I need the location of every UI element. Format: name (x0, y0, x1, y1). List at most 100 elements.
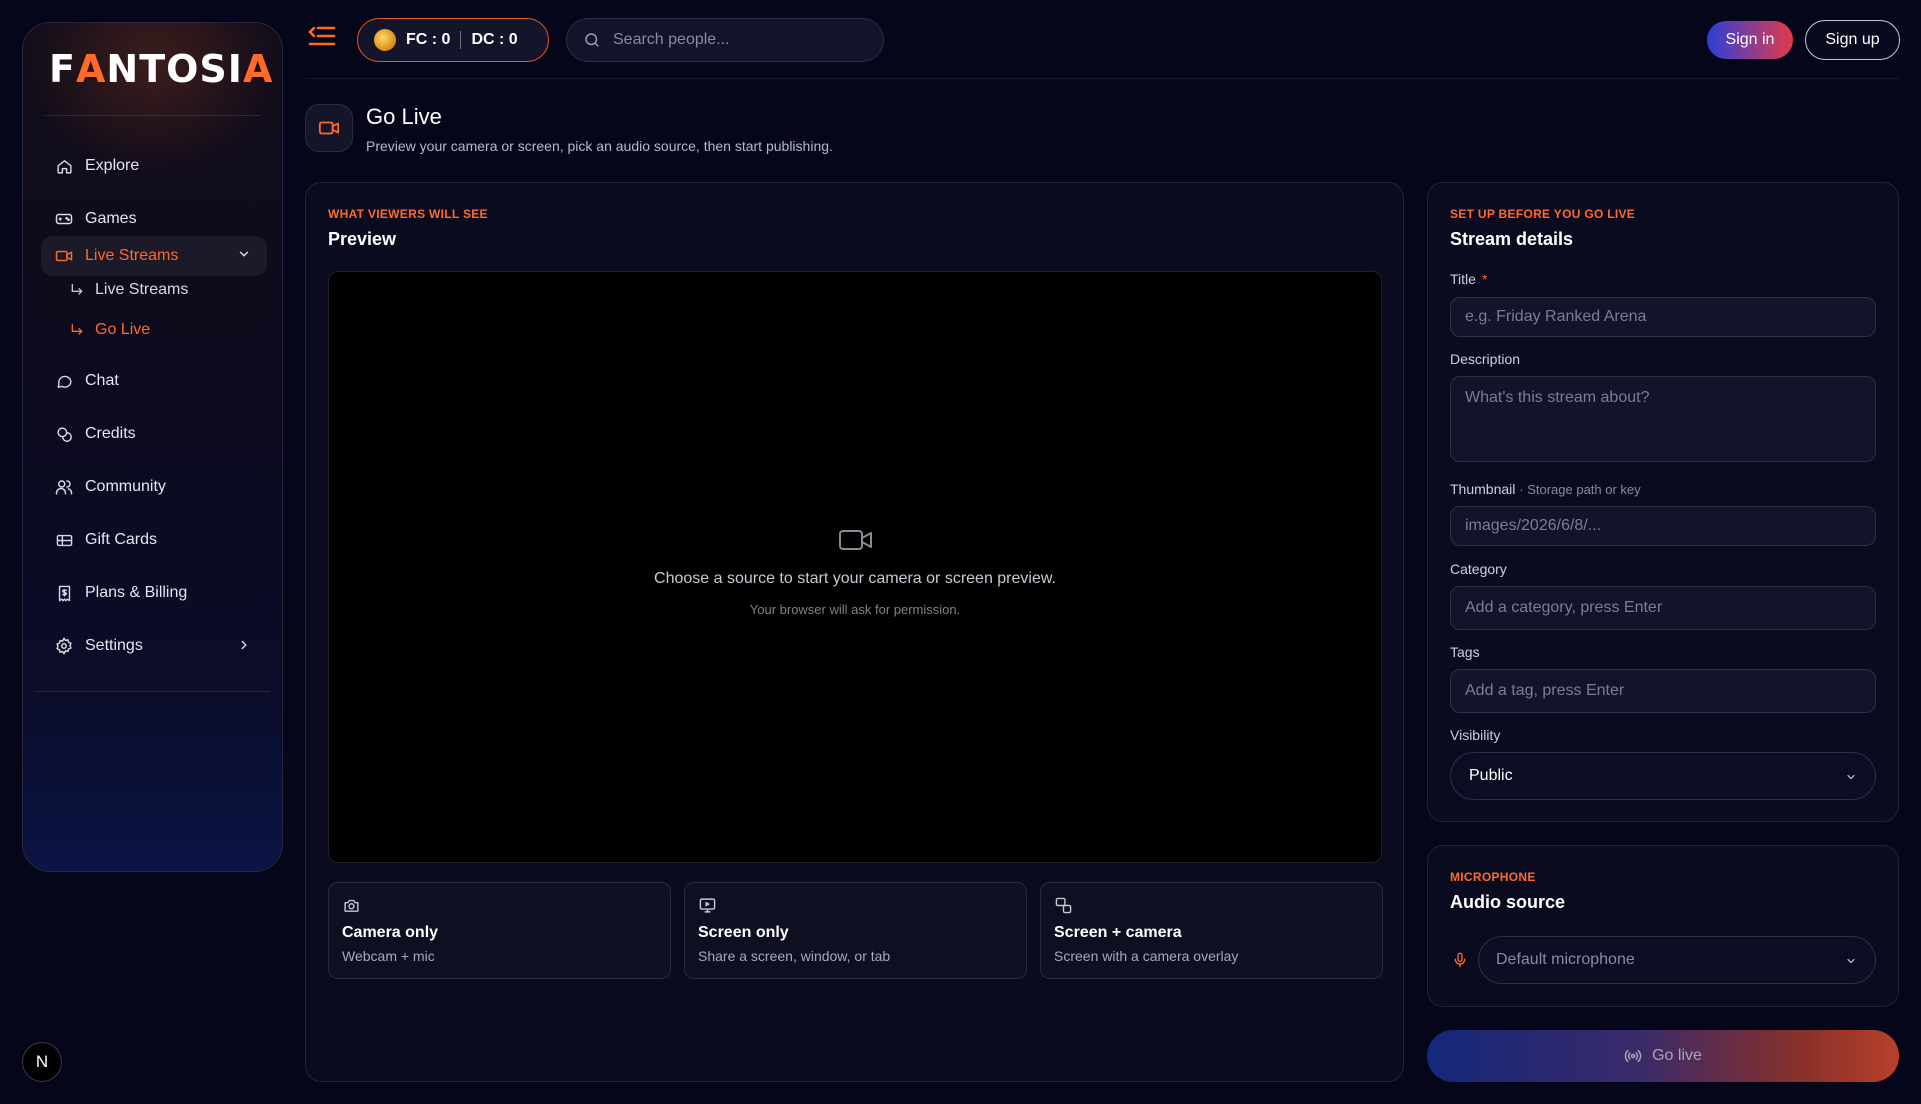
sidebar-item-label: Explore (85, 157, 140, 174)
thumbnail-label-text: Thumbnail (1450, 481, 1516, 497)
video-preview: Choose a source to start your camera or … (328, 271, 1382, 863)
sidebar-item-label: Chat (85, 372, 119, 389)
sidebar-item-label: Gift Cards (85, 531, 158, 548)
fc-balance: FC : 0 (406, 31, 451, 48)
required-marker: * (1481, 271, 1488, 287)
currency-balance[interactable]: FC : 0 DC : 0 (357, 18, 549, 62)
description-label: Description (1450, 351, 1521, 367)
topbar-divider (305, 78, 1899, 79)
source-camera-only[interactable]: Camera only Webcam + mic (328, 882, 671, 979)
audio-source-panel: MICROPHONE Audio source Default micropho… (1427, 845, 1899, 1007)
details-title: Stream details (1450, 229, 1574, 249)
menu-collapse-icon (308, 26, 336, 46)
thumbnail-label: Thumbnail · Storage path or key (1450, 481, 1641, 497)
source-name: Screen + camera (1054, 924, 1182, 941)
dev-badge[interactable]: N (22, 1042, 62, 1082)
preview-hint: Your browser will ask for permission. (749, 602, 961, 617)
preview-title: Preview (328, 229, 397, 249)
sign-in-button[interactable]: Sign in (1707, 21, 1793, 59)
sidebar-item-label: Games (85, 210, 137, 227)
chevron-down-icon (1845, 955, 1857, 967)
dc-balance: DC : 0 (471, 31, 518, 48)
sidebar-item-label: Community (85, 478, 166, 495)
go-live-button[interactable]: Go live (1427, 1030, 1899, 1082)
video-icon (55, 247, 73, 265)
sidebar-item-plans-billing[interactable]: Plans & Billing (41, 574, 267, 612)
sidebar-item-label: Live Streams (85, 247, 179, 264)
sub-arrow-icon (69, 322, 85, 338)
sidebar-item-chat[interactable]: Chat (41, 362, 267, 400)
visibility-value: Public (1469, 767, 1513, 784)
sidebar-item-games[interactable]: Games (41, 200, 267, 238)
tags-input[interactable] (1450, 669, 1876, 713)
go-live-label: Go live (1652, 1047, 1702, 1064)
logo-accent-1: A (75, 47, 107, 91)
logo-divider (45, 115, 260, 116)
sidebar-item-live-streams[interactable]: Live Streams (41, 236, 267, 276)
coins-icon (55, 425, 73, 443)
sub-item-live-streams[interactable]: Live Streams (69, 275, 259, 305)
sidebar-item-community[interactable]: Community (41, 468, 267, 506)
chevron-down-icon[interactable] (237, 247, 251, 261)
microphone-icon (1452, 951, 1468, 969)
camera-icon (343, 897, 360, 914)
home-icon (55, 157, 73, 175)
search-bar[interactable] (566, 18, 884, 62)
source-name: Camera only (342, 924, 439, 941)
preview-message: Choose a source to start your camera or … (654, 570, 1056, 587)
balance-divider (460, 31, 462, 49)
preview-eyebrow: WHAT VIEWERS WILL SEE (328, 207, 488, 221)
visibility-select[interactable]: Public (1450, 752, 1876, 800)
sub-item-label: Live Streams (95, 281, 189, 298)
users-icon (55, 478, 73, 496)
microphone-select[interactable]: Default microphone (1478, 936, 1876, 984)
sign-up-button[interactable]: Sign up (1805, 20, 1900, 60)
title-input[interactable] (1450, 297, 1876, 337)
stream-details-panel: SET UP BEFORE YOU GO LIVE Stream details… (1427, 182, 1899, 822)
search-input[interactable] (613, 31, 863, 49)
logo-text-1: F (49, 47, 76, 91)
screen-camera-icon (1055, 897, 1072, 914)
gear-icon (55, 637, 73, 655)
video-camera-icon (839, 528, 873, 552)
source-name: Screen only (698, 924, 789, 941)
source-desc: Screen with a camera overlay (1054, 948, 1239, 964)
sidebar-item-label: Credits (85, 425, 136, 442)
source-screen-camera[interactable]: Screen + camera Screen with a camera ove… (1040, 882, 1383, 979)
monitor-icon (699, 897, 716, 914)
sidebar-item-credits[interactable]: Credits (41, 415, 267, 453)
sub-item-go-live[interactable]: Go Live (69, 315, 259, 345)
video-icon (318, 121, 340, 135)
category-label: Category (1450, 561, 1507, 577)
thumbnail-input[interactable] (1450, 506, 1876, 546)
sub-arrow-icon (69, 282, 85, 298)
search-icon (583, 31, 601, 49)
sidebar: F A NTOSI A Explore Games Live Streams Live… (22, 22, 283, 872)
sidebar-item-settings[interactable]: Settings (41, 627, 267, 665)
sidebar-item-label: Plans & Billing (85, 584, 188, 601)
gamepad-icon (55, 210, 73, 228)
receipt-icon (55, 584, 73, 602)
page-header-icon (305, 104, 353, 152)
audio-title: Audio source (1450, 892, 1566, 912)
sidebar-item-gift-cards[interactable]: Gift Cards (41, 521, 267, 559)
source-desc: Webcam + mic (342, 948, 435, 964)
preview-panel: WHAT VIEWERS WILL SEE Preview Choose a s… (305, 182, 1404, 1082)
details-eyebrow: SET UP BEFORE YOU GO LIVE (1450, 207, 1636, 221)
sidebar-item-label: Settings (85, 637, 143, 654)
category-input[interactable] (1450, 586, 1876, 630)
broadcast-icon (1624, 1047, 1642, 1065)
title-label-text: Title (1450, 271, 1476, 287)
tags-label: Tags (1450, 644, 1480, 660)
sub-item-label: Go Live (95, 321, 151, 338)
brand-logo[interactable]: F A NTOSI A (49, 39, 272, 99)
source-screen-only[interactable]: Screen only Share a screen, window, or t… (684, 882, 1027, 979)
collapse-sidebar-button[interactable] (308, 24, 338, 52)
sidebar-divider (35, 691, 270, 692)
page-subtitle: Preview your camera or screen, pick an a… (366, 138, 833, 154)
description-textarea[interactable] (1450, 376, 1876, 462)
chat-bubble-icon (55, 372, 73, 390)
thumbnail-hint: · Storage path or key (1519, 482, 1641, 497)
sidebar-item-explore[interactable]: Explore (41, 147, 267, 185)
source-desc: Share a screen, window, or tab (698, 948, 891, 964)
